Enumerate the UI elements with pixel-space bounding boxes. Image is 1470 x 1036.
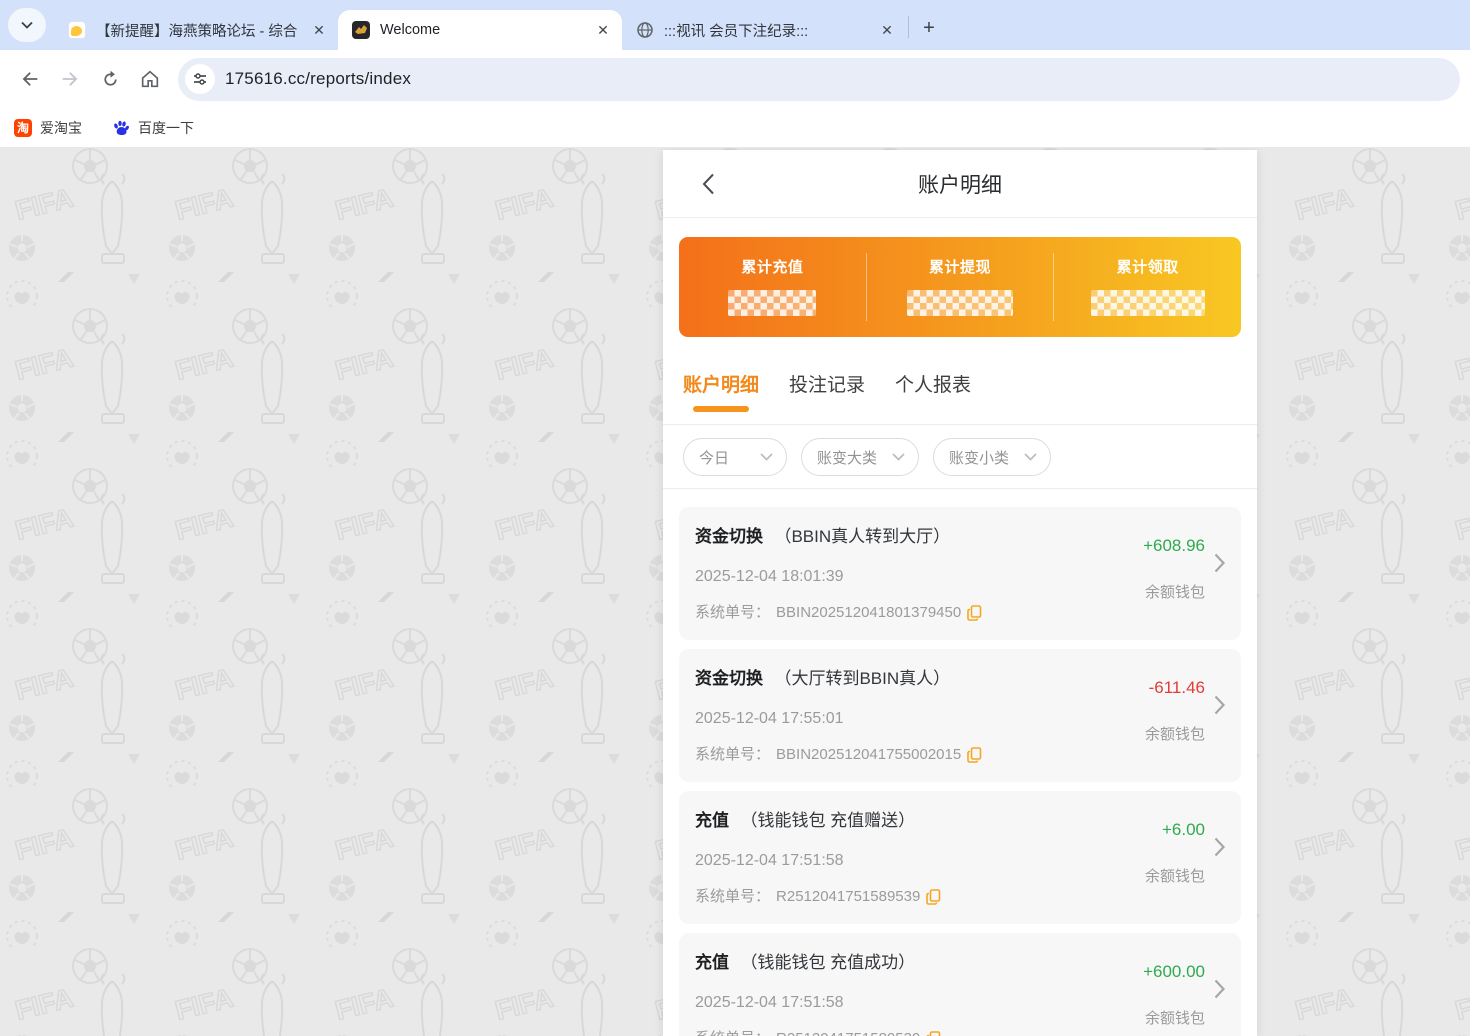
tx-type: 资金切换 xyxy=(695,669,763,688)
account-detail-panel: 账户明细 累计充值 累计提现 累计领取 账户明细 投注记录 个人报表 今日 账变… xyxy=(663,150,1257,1036)
tab-title: Welcome xyxy=(380,22,441,38)
new-tab-button[interactable]: + xyxy=(915,14,943,42)
copy-icon[interactable] xyxy=(926,1030,941,1036)
summary-total-withdraw: 累计提现 xyxy=(867,237,1054,337)
tx-order-label: 系统单号： xyxy=(695,746,771,763)
bookmark-baidu[interactable]: 百度一下 xyxy=(112,118,194,138)
chevron-down-icon xyxy=(892,453,905,461)
tx-order-number: R2512041751589539 xyxy=(776,1028,920,1036)
tab-separator xyxy=(908,16,909,38)
chevron-down-icon xyxy=(1024,453,1037,461)
chevron-right-icon xyxy=(1214,695,1225,715)
forum-favicon-icon xyxy=(68,21,86,39)
url-text[interactable]: 175616.cc/reports/index xyxy=(225,69,411,89)
censored-value xyxy=(1090,290,1205,316)
tab-search-button[interactable] xyxy=(8,8,46,42)
tx-detail: （钱能钱包 充值成功） xyxy=(740,953,916,972)
chevron-left-icon xyxy=(702,173,714,195)
filter-minor-type-select[interactable]: 账变小类 xyxy=(933,438,1051,476)
tab-personal-report[interactable]: 个人报表 xyxy=(895,367,971,424)
browser-tab-records[interactable]: :::视讯 会员下注纪录::: ✕ xyxy=(622,10,906,50)
tx-type: 充值 xyxy=(695,811,729,830)
transaction-list: 资金切换 （BBIN真人转到大厅） 2025-12-04 18:01:39 系统… xyxy=(663,489,1257,1036)
browser-tabstrip: 【新提醒】海燕策略论坛 - 综合 ✕ Welcome ✕ :::视讯 会员下注纪… xyxy=(0,0,1470,50)
chevron-down-icon xyxy=(760,453,773,461)
tx-detail: （钱能钱包 充值赠送） xyxy=(740,811,916,830)
transaction-row[interactable]: 资金切换 （BBIN真人转到大厅） 2025-12-04 18:01:39 系统… xyxy=(679,507,1241,640)
tx-wallet: 余额钱包 xyxy=(1144,868,1205,885)
home-icon xyxy=(141,70,159,88)
tx-wallet: 余额钱包 xyxy=(1144,1010,1205,1027)
summary-total-deposit: 累计充值 xyxy=(679,237,866,337)
tx-amount: -611.46 xyxy=(1148,678,1205,697)
filter-major-type-select[interactable]: 账变大类 xyxy=(801,438,919,476)
forward-arrow-icon xyxy=(62,72,78,86)
tx-order-label: 系统单号： xyxy=(695,1028,770,1036)
tx-order-label: 系统单号： xyxy=(695,604,771,621)
tab-title: 【新提醒】海燕策略论坛 - 综合 xyxy=(96,23,298,40)
panel-header: 账户明细 xyxy=(663,150,1257,218)
filter-row: 今日 账变大类 账变小类 xyxy=(663,425,1257,489)
tab-close-icon[interactable]: ✕ xyxy=(310,21,328,39)
tx-wallet: 余额钱包 xyxy=(1144,726,1205,743)
tx-amount: +608.96 xyxy=(1143,536,1205,555)
browser-toolbar: 175616.cc/reports/index xyxy=(0,50,1470,108)
back-arrow-icon xyxy=(22,72,38,86)
censored-value xyxy=(728,290,817,316)
tx-order-number: BBIN202512041755002015 xyxy=(776,746,962,763)
address-bar[interactable]: 175616.cc/reports/index xyxy=(178,57,1460,101)
page-title: 账户明细 xyxy=(918,173,1002,197)
chevron-right-icon xyxy=(1214,553,1225,573)
filter-date-select[interactable]: 今日 xyxy=(683,438,787,476)
chevron-right-icon xyxy=(1214,979,1225,999)
transaction-row[interactable]: 资金切换 （大厅转到BBIN真人） 2025-12-04 17:55:01 系统… xyxy=(679,649,1241,782)
home-button[interactable] xyxy=(130,59,170,99)
browser-tab-forum[interactable]: 【新提醒】海燕策略论坛 - 综合 ✕ xyxy=(54,10,338,50)
tab-account-detail[interactable]: 账户明细 xyxy=(683,367,759,424)
forward-button[interactable] xyxy=(50,59,90,99)
welcome-favicon-icon xyxy=(352,21,370,39)
tx-wallet: 余额钱包 xyxy=(1144,584,1205,601)
active-tab-underline xyxy=(693,406,749,412)
browser-tab-welcome[interactable]: Welcome ✕ xyxy=(338,10,622,50)
chevron-right-icon xyxy=(1214,837,1225,857)
copy-icon[interactable] xyxy=(926,888,941,905)
copy-icon[interactable] xyxy=(967,746,982,763)
summary-card: 累计充值 累计提现 累计领取 xyxy=(679,237,1241,337)
back-button[interactable] xyxy=(10,59,50,99)
tab-bet-records[interactable]: 投注记录 xyxy=(789,367,865,424)
site-settings-button[interactable] xyxy=(185,64,215,94)
tx-amount: +600.00 xyxy=(1143,962,1205,981)
reload-icon xyxy=(103,70,117,86)
tx-type: 资金切换 xyxy=(695,527,763,546)
transaction-row[interactable]: 充值 （钱能钱包 充值赠送） 2025-12-04 17:51:58 系统单号：… xyxy=(679,791,1241,924)
summary-total-claim: 累计领取 xyxy=(1054,237,1241,337)
tx-order-label: 系统单号： xyxy=(695,888,771,905)
report-tabs: 账户明细 投注记录 个人报表 xyxy=(663,367,1257,425)
tx-detail: （大厅转到BBIN真人） xyxy=(774,669,951,688)
taobao-icon: 淘 xyxy=(14,118,32,137)
back-nav-button[interactable] xyxy=(691,167,725,201)
chevron-down-icon xyxy=(21,21,33,29)
site-settings-icon xyxy=(194,73,206,85)
tx-order-number: R2512041751589539 xyxy=(776,888,921,905)
baidu-paw-icon xyxy=(114,120,129,135)
copy-icon[interactable] xyxy=(967,604,982,621)
transaction-row[interactable]: 充值 （钱能钱包 充值成功） 2025-12-04 17:51:58 系统单号：… xyxy=(679,933,1241,1036)
tx-detail: （BBIN真人转到大厅） xyxy=(774,527,951,546)
reload-button[interactable] xyxy=(90,59,130,99)
tab-title: :::视讯 会员下注纪录::: xyxy=(664,23,809,40)
tx-type: 充值 xyxy=(695,953,729,972)
censored-value xyxy=(907,290,1013,316)
bookmarks-bar: 淘 爱淘宝 百度一下 xyxy=(0,108,1470,148)
tx-amount: +6.00 xyxy=(1161,820,1205,839)
page-background: FIFA xyxy=(0,148,1470,1036)
tab-close-icon[interactable]: ✕ xyxy=(594,21,612,39)
globe-icon xyxy=(636,21,654,39)
bookmark-taobao[interactable]: 淘 爱淘宝 xyxy=(14,118,82,138)
tab-close-icon[interactable]: ✕ xyxy=(878,21,896,39)
tx-order-number: BBIN202512041801379450 xyxy=(776,604,962,621)
